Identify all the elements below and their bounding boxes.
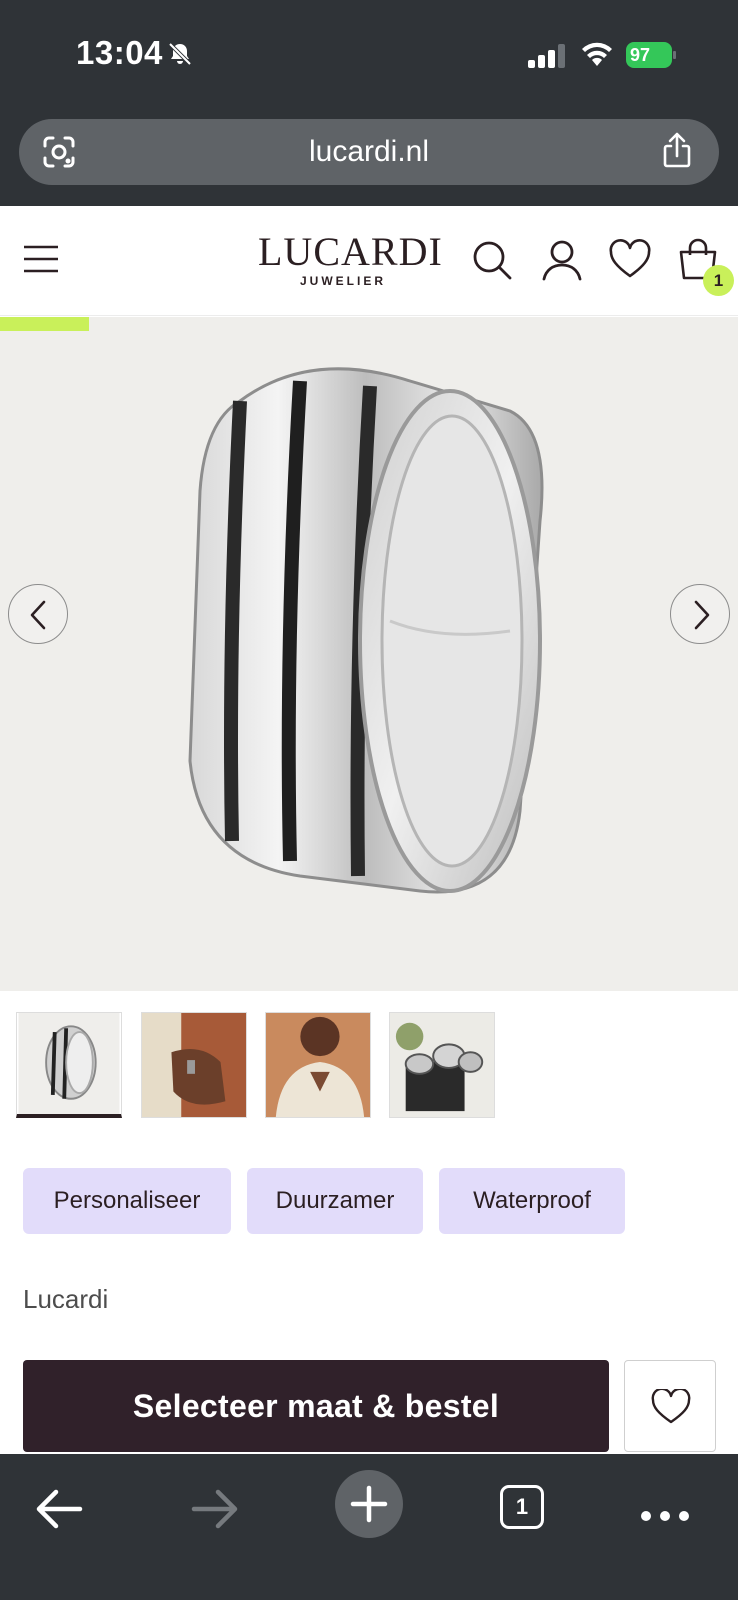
hamburger-menu-icon[interactable] (22, 244, 60, 274)
wifi-icon (582, 42, 612, 66)
browser-top-chrome: 13:04 97 lucardi.nl (0, 0, 738, 206)
chevron-left-icon (30, 600, 46, 630)
thumbnail-hand-image (142, 1013, 246, 1117)
battery-level: 97 (626, 42, 672, 68)
gallery-prev-button[interactable] (8, 584, 68, 644)
gallery-progress-fill (0, 317, 89, 331)
plus-icon (350, 1485, 388, 1523)
new-tab-button[interactable] (335, 1470, 403, 1538)
more-dots-icon (641, 1511, 689, 1521)
share-icon[interactable] (661, 132, 693, 170)
browser-bottom-toolbar: 1 (0, 1454, 738, 1600)
gallery-next-button[interactable] (670, 584, 730, 644)
address-bar[interactable]: lucardi.nl (19, 119, 719, 185)
status-time: 13:04 (76, 34, 163, 71)
arrow-right-icon (191, 1489, 238, 1529)
thumbnail-rings-display-image (390, 1013, 494, 1117)
ring-product-image (188, 367, 544, 894)
bell-muted-icon (168, 42, 192, 66)
select-size-order-button[interactable]: Selecteer maat & bestel (23, 1360, 609, 1452)
thumbnail-ring-image (18, 1013, 120, 1114)
cellular-signal-icon (528, 44, 565, 68)
thumbnail-hand[interactable] (141, 1012, 247, 1118)
arrow-left-icon (36, 1489, 83, 1529)
browser-forward-button[interactable] (180, 1474, 250, 1544)
logo-sub-text: JUWELIER (299, 274, 386, 288)
tag-personaliseer[interactable]: Personaliseer (23, 1168, 231, 1234)
chevron-right-icon (694, 600, 710, 630)
wishlist-heart-icon[interactable] (608, 238, 652, 282)
add-to-wishlist-button[interactable] (624, 1360, 716, 1452)
thumbnail-model[interactable] (265, 1012, 371, 1118)
product-image-carousel[interactable] (0, 317, 738, 991)
tag-duurzamer[interactable]: Duurzamer (247, 1168, 423, 1234)
thumbnail-ring[interactable] (16, 1012, 122, 1118)
product-brand: Lucardi (23, 1284, 109, 1308)
site-header: LUCARDI JUWELIER (0, 206, 738, 316)
browser-more-button[interactable] (630, 1474, 700, 1544)
browser-back-button[interactable] (24, 1474, 94, 1544)
battery-cap (673, 51, 676, 59)
thumbnail-rings-display[interactable] (389, 1012, 495, 1118)
heart-icon (651, 1389, 691, 1424)
thumbnail-model-image (266, 1013, 370, 1117)
lucardi-logo[interactable]: LUCARDI JUWELIER (258, 229, 443, 289)
url-text[interactable]: lucardi.nl (19, 135, 719, 169)
cart-count-badge: 1 (703, 265, 734, 296)
sticky-order-bar: Selecteer maat & bestel (0, 1318, 738, 1454)
gallery-progress-track (0, 317, 738, 331)
logo-main-text: LUCARDI (258, 229, 443, 274)
tab-switcher-button[interactable]: 1 (500, 1485, 544, 1529)
account-icon[interactable] (540, 238, 584, 282)
search-icon[interactable] (470, 238, 514, 282)
battery-indicator: 97 (626, 42, 676, 68)
tag-waterproof[interactable]: Waterproof (439, 1168, 625, 1234)
